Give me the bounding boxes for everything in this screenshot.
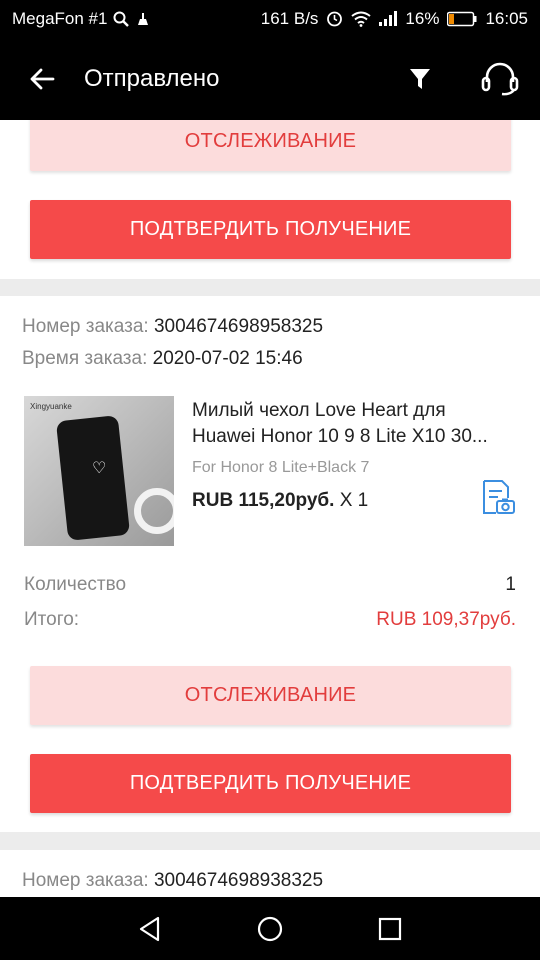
track-button[interactable]: ОТСЛЕЖИВАНИЕ [30,666,511,725]
cleaner-icon [135,11,151,27]
total-value: RUB 109,37руб. [376,609,516,630]
battery-percent: 16% [405,8,440,28]
status-bar: MegaFon #1 161 B/s 16% 16:05 [0,0,540,37]
order-number: Номер заказа: 3004674698938325 [22,870,323,892]
order-number: Номер заказа: 3004674698958325 [22,316,323,338]
track-button[interactable]: ОТСЛЕЖИВАНИЕ [30,120,511,171]
nav-recents-button[interactable] [360,899,420,959]
order-time: Время заказа: 2020-07-02 15:46 [22,348,303,370]
back-arrow-icon [30,68,55,89]
order-number-label: Номер заказа: [22,870,149,891]
sunglasses-shape [134,488,174,534]
product-qty: X 1 [339,490,369,511]
product-title[interactable]: Милый чехол Love Heart для Huawei Honor … [192,398,517,450]
battery-icon [447,11,477,27]
network-speed: 161 B/s [260,8,319,28]
search-icon [113,11,130,27]
confirm-receipt-button[interactable]: ПОДТВЕРДИТЬ ПОЛУЧЕНИЕ [30,754,511,813]
order-number-value: 3004674698958325 [153,316,324,337]
order-card: Номер заказа: 3004674698958325 Время зак… [0,296,540,832]
heart-icon: ♡ [92,460,107,477]
product-image-brand: Xingyuanke [30,402,72,411]
product-title-line2: Huawei Honor 10 9 8 Lite X10 30... [192,426,488,447]
order-time-value: 2020-07-02 15:46 [152,348,303,369]
alarm-icon [326,10,343,27]
nav-home-button[interactable] [240,899,300,959]
confirm-receipt-button[interactable]: ПОДТВЕРДИТЬ ПОЛУЧЕНИЕ [30,200,511,259]
quantity-value: 1 [505,574,516,595]
phone-case-shape [55,415,131,541]
order-number-value: 3004674698938325 [153,870,324,891]
support-button[interactable] [460,37,540,120]
product-price: RUB 115,20руб. [192,490,335,511]
total-row: Итого: RUB 109,37руб. [24,609,516,631]
signal-icon [379,11,398,26]
product-variant: For Honor 8 Lite+Black 7 [192,459,370,476]
wifi-icon [351,11,372,27]
nav-back-button[interactable] [120,899,180,959]
product-title-line1: Милый чехол Love Heart для [192,400,446,421]
app-bar: Отправлено [0,37,540,120]
order-number-label: Номер заказа: [22,316,149,337]
order-card: ОТСЛЕЖИВАНИЕ ПОДТВЕРДИТЬ ПОЛУЧЕНИЕ [0,120,540,279]
clock: 16:05 [485,8,528,28]
support-headset-icon [481,62,519,95]
filter-icon [410,68,430,89]
product-price-line: RUB 115,20руб. X 1 [192,490,368,512]
back-button[interactable] [0,37,84,120]
order-card: Номер заказа: 3004674698938325 [0,850,540,897]
screen: MegaFon #1 161 B/s 16% 16:05 Отправлено … [0,0,540,960]
carrier-name: MegaFon #1 [12,8,108,28]
quantity-row: Количество 1 [24,574,516,596]
total-label: Итого: [24,609,80,630]
product-image[interactable]: Xingyuanke ♡ [24,396,174,546]
system-nav-bar [0,897,540,960]
orders-list[interactable]: ОТСЛЕЖИВАНИЕ ПОДТВЕРДИТЬ ПОЛУЧЕНИЕ Номер… [0,120,540,897]
page-title: Отправлено [84,64,220,92]
back-triangle-icon [139,916,160,941]
document-camera-icon [483,480,515,514]
home-circle-icon [257,916,283,941]
filter-button[interactable] [380,37,460,120]
quantity-label: Количество [24,574,127,595]
order-time-label: Время заказа: [22,348,148,369]
receipt-photo-button[interactable] [478,478,516,516]
recents-square-icon [378,917,402,940]
